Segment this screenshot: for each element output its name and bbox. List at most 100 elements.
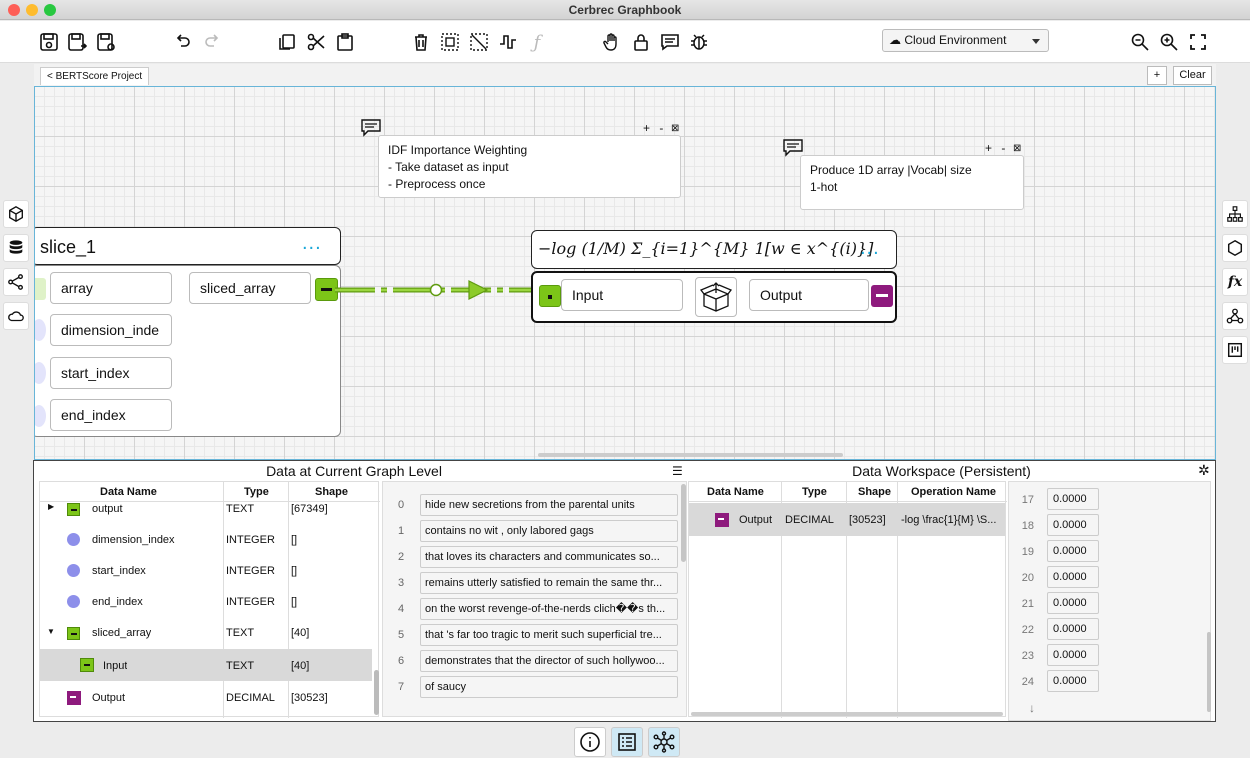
fx-icon[interactable]: fx [1222, 268, 1248, 296]
input-field-dimension-index[interactable]: dimension_inde [50, 314, 172, 346]
value-cell[interactable]: 0.0000 [1047, 618, 1099, 640]
value-list-scrollbar[interactable] [681, 484, 686, 562]
row-value[interactable]: of saucy [420, 676, 678, 698]
save-cloud-icon[interactable] [95, 31, 117, 53]
input-field-end-index[interactable]: end_index [50, 399, 172, 431]
hexagon-icon[interactable] [1222, 234, 1248, 262]
graph-network-icon[interactable] [648, 727, 680, 757]
environment-select[interactable]: ☁ Cloud Environment [882, 29, 1049, 52]
cube-icon[interactable] [3, 200, 29, 228]
zoom-window-button[interactable] [44, 4, 56, 16]
table-row-name[interactable]: output [92, 503, 123, 515]
output-port[interactable] [871, 285, 893, 307]
output-field-sliced-array[interactable]: sliced_array [189, 272, 311, 304]
add-tab-button[interactable]: + [1147, 66, 1167, 85]
workspace-row-name[interactable]: Output [739, 514, 772, 526]
value-cell[interactable]: 0.0000 [1047, 566, 1099, 588]
node-menu-dots[interactable]: ... [302, 232, 322, 255]
cut-icon[interactable] [305, 31, 327, 53]
note-comment-icon[interactable] [783, 139, 803, 157]
clear-button[interactable]: Clear [1173, 66, 1212, 85]
network-icon[interactable]: ✲ [1198, 462, 1210, 479]
value-cell[interactable]: 0.0000 [1047, 488, 1099, 510]
function-wave-icon[interactable] [497, 31, 519, 53]
comment-icon[interactable] [659, 31, 681, 53]
debug-bug-icon[interactable] [688, 31, 710, 53]
row-value[interactable]: hide new secretions from the parental un… [420, 494, 678, 516]
zoom-in-icon[interactable] [1158, 31, 1180, 53]
node-menu-dots[interactable]: ... [860, 237, 880, 260]
input-field[interactable]: Input [561, 279, 683, 311]
value-cell[interactable]: 0.0000 [1047, 670, 1099, 692]
row-value[interactable]: demonstrates that the director of such h… [420, 650, 678, 672]
formula-icon[interactable]: ƒ [526, 31, 548, 53]
input-port-start[interactable] [35, 362, 46, 384]
note-zoom-controls[interactable]: + - [643, 121, 666, 135]
close-window-button[interactable] [8, 4, 20, 16]
input-port[interactable] [539, 285, 561, 307]
note-hide-icon[interactable]: ⊠ [1013, 143, 1021, 154]
formula-node-header[interactable]: −log (1/M) Σ_{i=1}^{M} 1[w ∈ x^{(i)}] ..… [531, 230, 897, 269]
note-hide-icon[interactable]: ⊠ [671, 123, 679, 134]
value-cell[interactable]: 0.0000 [1047, 540, 1099, 562]
output-field[interactable]: Output [749, 279, 869, 311]
table-row-name[interactable]: Input [103, 660, 127, 672]
table-row-name[interactable]: start_index [92, 565, 146, 577]
numeric-scrollbar[interactable] [1207, 632, 1211, 712]
database-icon[interactable] [3, 234, 29, 262]
table-row-name[interactable]: dimension_index [92, 534, 175, 546]
note-zoom-controls[interactable]: + - [985, 141, 1008, 155]
collapse-arrow-icon[interactable]: ▼ [47, 627, 55, 636]
formula-node-body[interactable]: Input Output [531, 271, 897, 323]
delete-icon[interactable] [410, 31, 432, 53]
input-field-array[interactable]: array [50, 272, 172, 304]
input-field-start-index[interactable]: start_index [50, 357, 172, 389]
row-value[interactable]: on the worst revenge-of-the-nerds clich�… [420, 598, 678, 620]
table-row-name[interactable]: Output [92, 692, 125, 704]
hierarchy-icon[interactable] [1222, 200, 1248, 228]
graph-canvas[interactable]: + - ⊠ IDF Importance Weighting - Take da… [34, 86, 1216, 460]
paste-icon[interactable] [334, 31, 356, 53]
cloud-sidebar-icon[interactable] [3, 302, 29, 330]
minimize-window-button[interactable] [26, 4, 38, 16]
kanban-icon[interactable] [1222, 336, 1248, 364]
row-value[interactable]: contains no wit , only labored gags [420, 520, 678, 542]
redo-icon[interactable] [201, 31, 223, 53]
input-port-end[interactable] [35, 405, 46, 427]
table-scrollbar[interactable] [374, 670, 379, 715]
input-port-dimension[interactable] [35, 319, 46, 341]
connection-edge[interactable] [335, 277, 545, 301]
row-value[interactable]: remains utterly satisfied to remain the … [420, 572, 678, 594]
row-value[interactable]: that loves its characters and communicat… [420, 546, 678, 568]
lock-icon[interactable] [630, 31, 652, 53]
note-idf-weighting[interactable]: IDF Importance Weighting - Take dataset … [378, 135, 681, 198]
table-row-name[interactable]: end_index [92, 596, 143, 608]
open-box-icon[interactable] [695, 277, 737, 317]
row-value[interactable]: that 's far too tragic to merit such sup… [420, 624, 678, 646]
value-cell[interactable]: 0.0000 [1047, 592, 1099, 614]
slice-node-body[interactable]: array dimension_inde start_index end_ind… [35, 265, 341, 437]
info-icon[interactable] [574, 727, 606, 757]
deselect-icon[interactable] [468, 31, 490, 53]
canvas-scrollbar[interactable] [538, 453, 843, 457]
pan-hand-icon[interactable] [601, 31, 623, 53]
copy-icon[interactable] [276, 31, 298, 53]
zoom-out-icon[interactable] [1129, 31, 1151, 53]
select-all-icon[interactable] [439, 31, 461, 53]
save-icon[interactable] [38, 31, 60, 53]
expand-arrow-icon[interactable]: ▶ [48, 502, 54, 511]
webhook-icon[interactable] [1222, 302, 1248, 330]
load-more-arrow-icon[interactable]: ↓ [1018, 697, 1046, 719]
undo-icon[interactable] [172, 31, 194, 53]
note-comment-icon[interactable] [361, 119, 381, 137]
input-port-array[interactable] [35, 278, 46, 300]
list-view-icon[interactable]: ☰ [672, 464, 683, 478]
note-produce-array[interactable]: Produce 1D array |Vocab| size 1-hot [800, 155, 1024, 210]
graph-nodes-icon[interactable] [3, 268, 29, 296]
data-list-icon[interactable] [611, 727, 643, 757]
tab-bertscore-project[interactable]: < BERTScore Project [40, 67, 150, 85]
value-cell[interactable]: 0.0000 [1047, 514, 1099, 536]
table-row-name[interactable]: sliced_array [92, 627, 151, 639]
save-as-icon[interactable] [66, 31, 88, 53]
value-cell[interactable]: 0.0000 [1047, 644, 1099, 666]
